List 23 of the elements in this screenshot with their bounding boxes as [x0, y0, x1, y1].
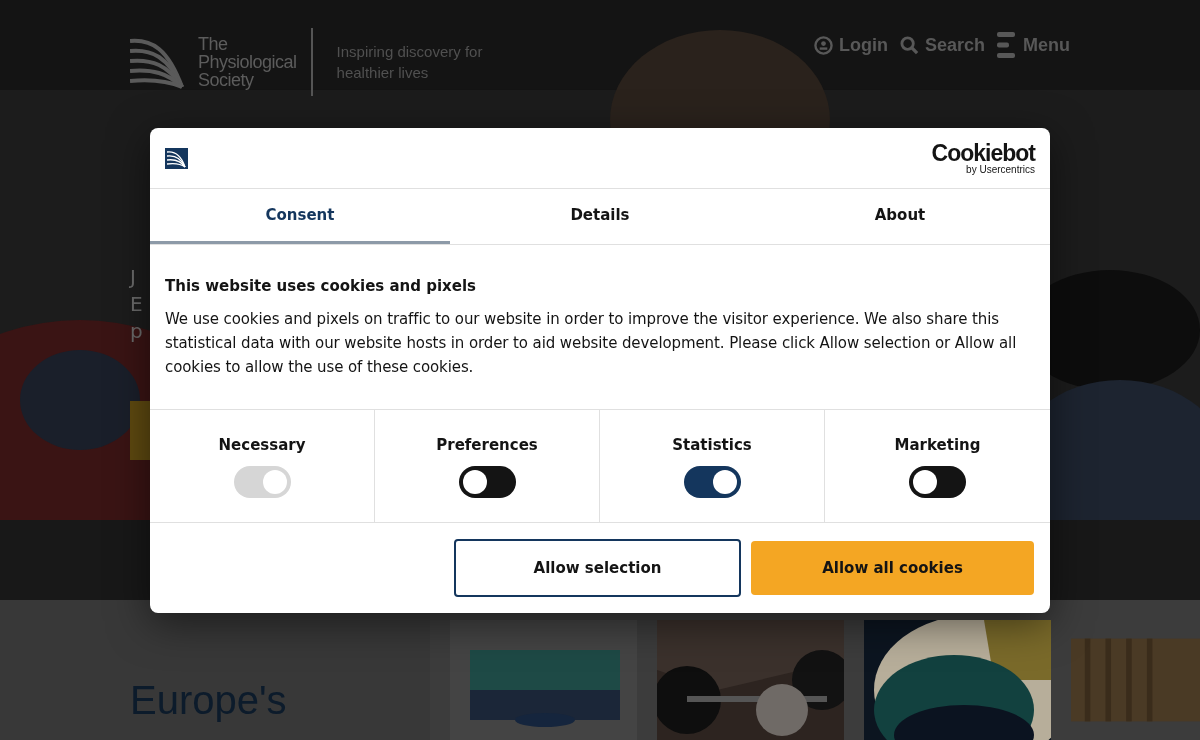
user-icon — [813, 35, 833, 55]
toggle-switch[interactable] — [458, 466, 516, 498]
category-label: Preferences — [436, 436, 538, 454]
category-label: Statistics — [672, 436, 752, 454]
logo-icon — [165, 147, 188, 169]
tab[interactable]: Consent — [150, 189, 450, 244]
logo-text: The Physiological Society — [198, 35, 297, 89]
toggle-switch[interactable] — [683, 466, 741, 498]
hero-text: J — [130, 264, 136, 291]
toggle-switch[interactable] — [909, 466, 966, 498]
dialog-text: We use cookies and pixels on traffic to our website in order to improve the visitor experience. We also share this statistical data with our website hosts in order to aid website development. Please click Allow selection or Allow all cookies to allow the use of these cookies. — [165, 309, 1018, 378]
category-label: Marketing — [894, 436, 981, 454]
dialog-title: This website uses cookies and pixels — [165, 277, 478, 295]
allow-all-button[interactable]: Allow all cookies — [751, 541, 1034, 595]
brand-tagline: by Usercentrics — [966, 163, 1035, 175]
allow-selection-button[interactable]: Allow selection — [454, 539, 741, 597]
tagline: Inspiring discovery for healthier lives — [336, 42, 484, 83]
hero-text: p — [130, 318, 143, 345]
brand-name: Cookiebot — [931, 141, 1035, 164]
category-label: Necessary — [218, 436, 306, 454]
menu-icon — [997, 32, 1017, 58]
search-icon — [899, 35, 919, 55]
hero-text: E — [130, 291, 143, 318]
